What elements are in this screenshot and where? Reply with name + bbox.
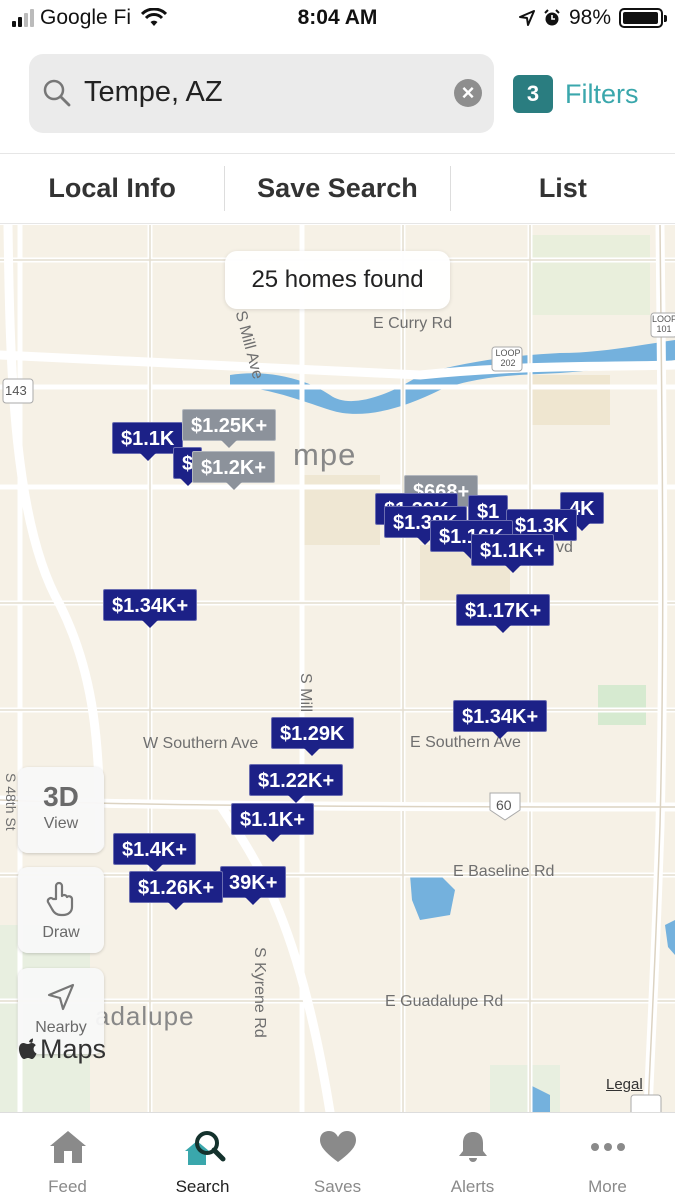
hand-pointer-icon: [46, 881, 74, 917]
search-input[interactable]: Tempe, AZ: [84, 76, 223, 109]
nav-feed-label: Feed: [48, 1177, 87, 1196]
location-arrow-icon: [518, 10, 535, 26]
hwy-143-shield: 143: [5, 383, 27, 398]
search-bar[interactable]: Tempe, AZ ×: [29, 54, 494, 133]
filters-label: Filters: [565, 78, 639, 109]
street-label: E Curry Rd: [373, 315, 453, 332]
bell-icon: [458, 1132, 487, 1162]
loop-202-shield: LOOP 202: [495, 348, 521, 368]
loop-101-shield: LOOP 101: [652, 314, 675, 334]
maps-label: Maps: [40, 1034, 107, 1064]
city-label: mpe: [293, 437, 357, 472]
street-label: E Baseline Rd: [453, 863, 555, 880]
nav-search[interactable]: Search: [135, 1113, 270, 1200]
price-pin[interactable]: $1.1K+: [231, 803, 315, 842]
nav-saves[interactable]: Saves: [270, 1113, 405, 1200]
street-label: S Kyrene Rd: [251, 947, 268, 1038]
battery-icon: [619, 8, 667, 28]
tab-save-search[interactable]: Save Search: [225, 154, 449, 223]
nav-alerts-label: Alerts: [450, 1177, 495, 1196]
search-home-icon: [184, 1131, 225, 1165]
apple-icon: [19, 1038, 37, 1059]
map-view[interactable]: 25 homes found E Curry Rd S Mill Ave mpe…: [0, 225, 675, 1112]
price-pin[interactable]: $1.4K+: [113, 833, 197, 872]
status-bar: Google Fi 8:04 AM 98%: [0, 0, 675, 40]
view-label: View: [43, 815, 79, 832]
nav-saves-label: Saves: [313, 1177, 362, 1196]
3d-label: 3D: [43, 781, 79, 812]
nav-more[interactable]: More: [540, 1113, 675, 1200]
location-arrow-icon: [47, 983, 75, 1011]
street-label: E Guadalupe Rd: [385, 993, 504, 1010]
heart-icon: [319, 1131, 356, 1162]
filters-count-badge: 3: [513, 75, 553, 113]
action-tabs: Local Info Save Search List: [0, 153, 675, 224]
clear-search-icon[interactable]: ×: [454, 79, 482, 107]
draw-button[interactable]: Draw: [18, 867, 104, 953]
draw-label: Draw: [42, 924, 80, 941]
nav-search-label: Search: [175, 1177, 230, 1196]
city-label: adalupe: [95, 1001, 195, 1031]
search-icon: [43, 79, 71, 107]
bottom-nav: Feed Search Saves Alerts More: [0, 1112, 675, 1200]
price-pin[interactable]: $1.25K+: [182, 409, 277, 448]
home-icon: [49, 1131, 86, 1163]
apple-maps-logo: Maps: [18, 1034, 106, 1065]
results-count-banner: 25 homes found: [225, 251, 450, 309]
street-label: S 48th St: [3, 773, 19, 831]
tab-list[interactable]: List: [451, 154, 675, 223]
price-pin[interactable]: $1.34K+: [103, 589, 198, 628]
street-label: S Mill: [297, 673, 314, 713]
street-label: W Southern Ave: [143, 735, 259, 752]
filters-button[interactable]: 3 Filters: [513, 75, 639, 113]
price-pin[interactable]: $1.2K+: [192, 451, 276, 490]
nav-more-label: More: [588, 1177, 627, 1196]
price-pin[interactable]: $1.26K+: [129, 871, 224, 910]
price-pin[interactable]: $1.29K: [271, 717, 354, 756]
3d-view-button[interactable]: 3D View: [18, 767, 104, 853]
battery-percent: 98%: [568, 6, 611, 29]
price-pin[interactable]: $1.1K+: [471, 534, 555, 573]
more-dots-icon: [590, 1143, 625, 1151]
price-pin[interactable]: 39K+: [220, 866, 287, 905]
price-pin[interactable]: $1.17K+: [456, 594, 551, 633]
legal-link[interactable]: Legal: [606, 1076, 643, 1093]
us-60-shield: 60: [496, 797, 512, 813]
nav-alerts[interactable]: Alerts: [405, 1113, 540, 1200]
price-pin[interactable]: $1.22K+: [249, 764, 344, 803]
tab-local-info[interactable]: Local Info: [0, 154, 224, 223]
alarm-icon: [544, 9, 560, 26]
nav-feed[interactable]: Feed: [0, 1113, 135, 1200]
price-pin[interactable]: $1.34K+: [453, 700, 548, 739]
